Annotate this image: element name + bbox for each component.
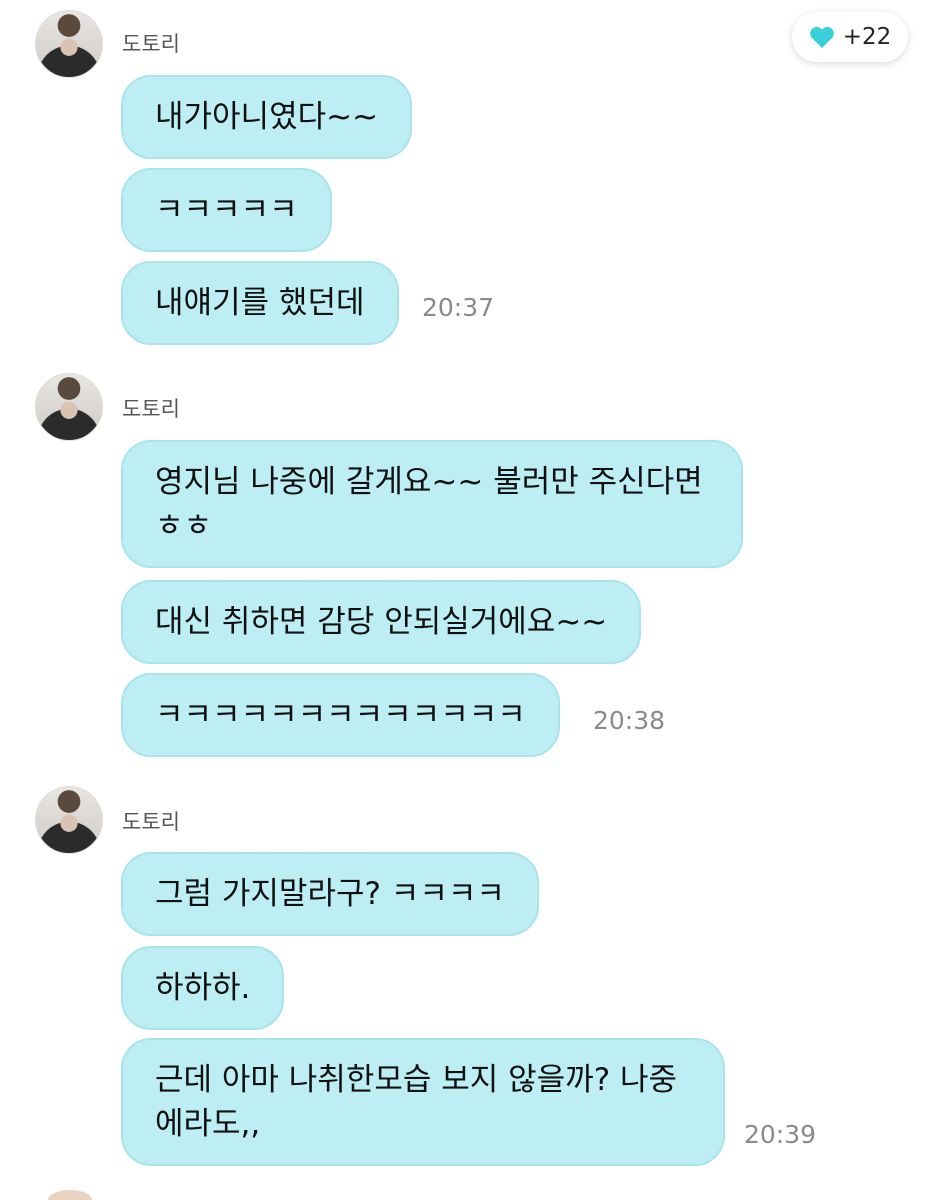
message-time: 20:37	[422, 293, 495, 322]
message-bubble[interactable]: 그럼 가지말라구? ㅋㅋㅋㅋ	[121, 852, 539, 936]
avatar[interactable]	[48, 1190, 92, 1200]
avatar[interactable]	[35, 10, 103, 78]
reaction-badge[interactable]: +22	[792, 12, 908, 62]
message-time: 20:39	[744, 1120, 817, 1149]
message-bubble[interactable]: 하하하.	[121, 946, 285, 1030]
heart-icon	[809, 26, 834, 48]
message-bubble[interactable]: 내가아니였다~~	[121, 75, 413, 159]
message-time: 20:38	[593, 706, 666, 735]
message-bubble[interactable]: 대신 취하면 감당 안되실거에요~~	[121, 580, 642, 664]
message-bubble[interactable]: ㅋㅋㅋㅋㅋ	[121, 168, 332, 252]
message-bubble[interactable]: ㅋㅋㅋㅋㅋㅋㅋㅋㅋㅋㅋㅋㅋ	[121, 673, 560, 757]
sender-name: 도토리	[122, 32, 180, 56]
sender-name: 도토리	[122, 397, 180, 421]
avatar[interactable]	[35, 786, 103, 854]
sender-name: 도토리	[122, 810, 180, 834]
avatar[interactable]	[35, 373, 103, 441]
message-bubble[interactable]: 내얘기를 했던데	[121, 261, 399, 345]
reaction-count: +22	[842, 24, 892, 50]
message-bubble[interactable]: 근데 아마 나취한모습 보지 않을까? 나중에라도,,	[121, 1038, 725, 1166]
message-bubble[interactable]: 영지님 나중에 갈게요~~ 불러만 주신다면 ㅎㅎ	[121, 440, 743, 568]
